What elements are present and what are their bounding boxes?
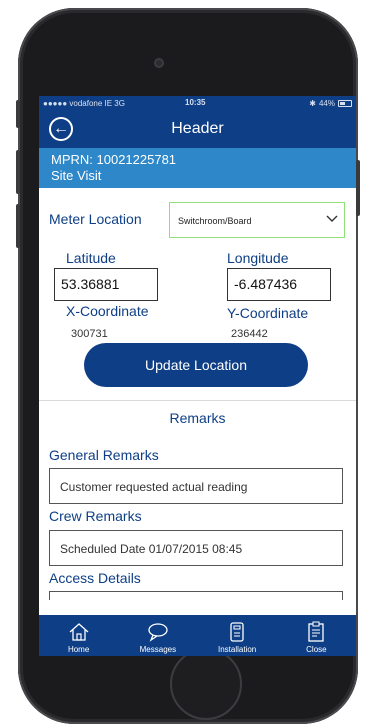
x-coordinate-label: X-Coordinate bbox=[66, 303, 149, 319]
tab-messages[interactable]: Messages bbox=[118, 615, 197, 656]
latitude-input[interactable]: 53.36881 bbox=[54, 268, 158, 301]
tab-close[interactable]: Close bbox=[277, 615, 356, 656]
meter-location-value: Switchroom/Board bbox=[178, 216, 252, 226]
home-icon bbox=[69, 623, 89, 641]
tab-close-label: Close bbox=[306, 645, 327, 654]
mute-switch bbox=[16, 100, 20, 128]
battery-icon bbox=[338, 99, 352, 107]
close-clipboard-icon bbox=[308, 621, 325, 642]
back-arrow-icon[interactable]: ← bbox=[49, 117, 73, 141]
status-bar: ●●●●● vodafone IE 3G 10:35 ✱ 44% bbox=[39, 96, 356, 110]
status-time: 10:35 bbox=[185, 98, 206, 107]
general-remarks-label: General Remarks bbox=[49, 447, 159, 463]
longitude-label: Longitude bbox=[227, 250, 289, 266]
carrier-label: ●●●●● vodafone IE 3G bbox=[43, 98, 125, 108]
remarks-heading: Remarks bbox=[169, 410, 226, 426]
nav-bar: ← Header bbox=[39, 110, 356, 148]
access-details-field[interactable] bbox=[49, 591, 343, 600]
meter-location-label: Meter Location bbox=[49, 211, 142, 227]
tab-installation[interactable]: Installation bbox=[198, 615, 277, 656]
battery-status: ✱ 44% bbox=[309, 99, 352, 108]
power-button bbox=[356, 160, 360, 216]
app-screen: ●●●●● vodafone IE 3G 10:35 ✱ 44% ← Heade… bbox=[39, 96, 356, 656]
latitude-label: Latitude bbox=[66, 250, 116, 266]
mprn-label: MPRN: 10021225781 bbox=[51, 152, 177, 167]
tab-bar: Home Messages Installation Close bbox=[39, 615, 356, 656]
general-remarks-field[interactable]: Customer requested actual reading bbox=[49, 468, 343, 504]
meter-location-row: Meter Location Switchroom/Board bbox=[49, 202, 345, 238]
access-details-label: Access Details bbox=[49, 570, 141, 586]
home-button[interactable] bbox=[170, 648, 242, 720]
installation-icon bbox=[230, 622, 244, 642]
y-coordinate-label: Y-Coordinate bbox=[227, 305, 309, 321]
form-content: Meter Location Switchroom/Board Latitude… bbox=[39, 188, 356, 600]
volume-down-button bbox=[16, 204, 20, 248]
section-divider bbox=[39, 400, 356, 401]
tab-installation-label: Installation bbox=[218, 645, 257, 654]
page-title: Header bbox=[171, 120, 224, 137]
tab-messages-label: Messages bbox=[139, 645, 177, 654]
messages-icon bbox=[148, 623, 168, 642]
tab-home[interactable]: Home bbox=[39, 615, 118, 656]
site-info-band: MPRN: 10021225781 Site Visit bbox=[39, 148, 356, 188]
chevron-down-icon bbox=[326, 215, 338, 222]
tab-home-label: Home bbox=[67, 645, 90, 654]
y-coordinate-value: 236442 bbox=[231, 328, 268, 340]
camera-icon bbox=[154, 58, 164, 68]
update-location-button[interactable]: Update Location bbox=[84, 343, 308, 387]
crew-remarks-field[interactable]: Scheduled Date 01/07/2015 08:45 bbox=[49, 530, 343, 566]
site-visit-label: Site Visit bbox=[51, 168, 102, 183]
longitude-input[interactable]: -6.487436 bbox=[227, 268, 331, 301]
x-coordinate-value: 300731 bbox=[71, 328, 108, 340]
bluetooth-icon: ✱ bbox=[309, 98, 316, 108]
meter-location-select[interactable]: Switchroom/Board bbox=[169, 202, 345, 238]
volume-up-button bbox=[16, 150, 20, 194]
crew-remarks-label: Crew Remarks bbox=[49, 508, 142, 524]
battery-percent: 44% bbox=[318, 98, 335, 108]
